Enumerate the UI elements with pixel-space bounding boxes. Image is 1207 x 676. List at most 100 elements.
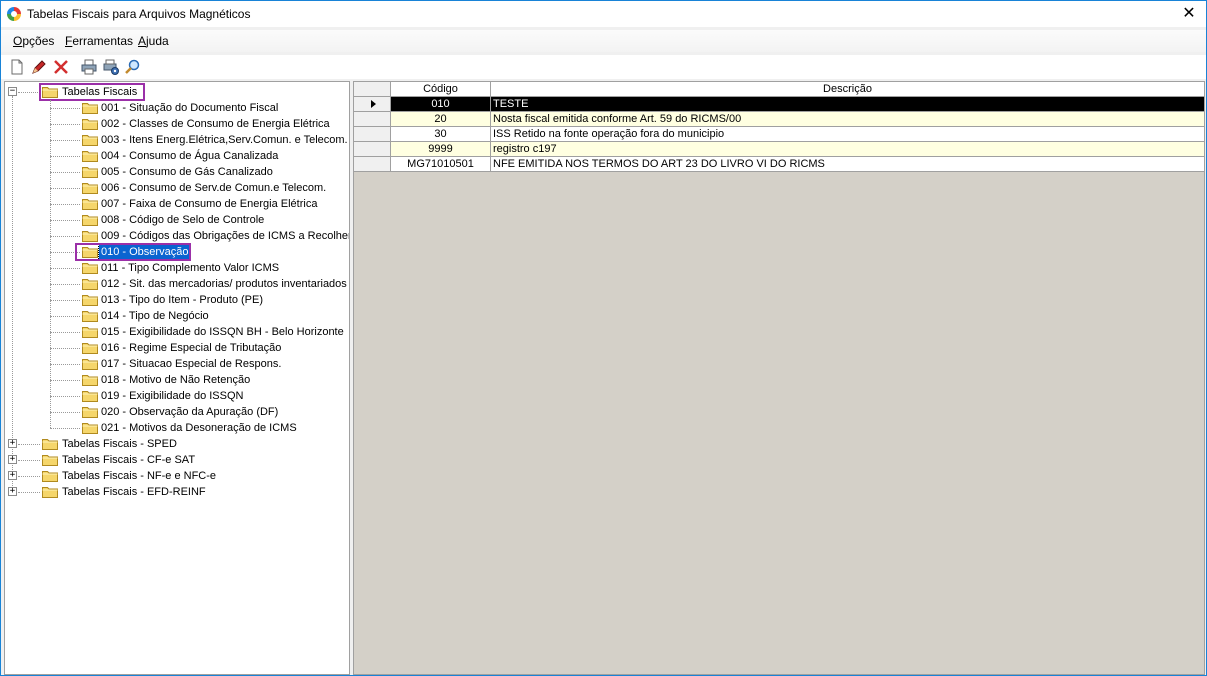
tree-node-collapsed[interactable]: + Tabelas Fiscais - EFD-REINF	[5, 484, 345, 500]
folder-icon	[82, 230, 98, 242]
tree-node-collapsed[interactable]: + Tabelas Fiscais - SPED	[5, 436, 345, 452]
tree-node[interactable]: 007 - Faixa de Consumo de Energia Elétri…	[5, 196, 345, 212]
tree-connector	[50, 220, 80, 221]
tree-label: 021 - Motivos da Desoneração de ICMS	[101, 422, 297, 434]
folder-icon	[82, 294, 98, 306]
row-indicator[interactable]	[354, 157, 391, 172]
tree-node-collapsed[interactable]: + Tabelas Fiscais - CF-e SAT	[5, 452, 345, 468]
tree-label: 007 - Faixa de Consumo de Energia Elétri…	[101, 198, 318, 210]
tree-node[interactable]: 001 - Situação do Documento Fiscal	[5, 100, 345, 116]
tree-label: 009 - Códigos das Obrigações de ICMS a R…	[101, 230, 350, 242]
tree-node[interactable]: 011 - Tipo Complemento Valor ICMS	[5, 260, 345, 276]
tree-label: 012 - Sit. das mercadorias/ produtos inv…	[101, 278, 347, 290]
data-grid: Código Descrição 010 TESTE 20 Nosta fiscal em…	[353, 81, 1205, 675]
folder-icon	[82, 262, 98, 274]
tree-node[interactable]: 018 - Motivo de Não Retenção	[5, 372, 345, 388]
highlight-box	[75, 243, 191, 261]
table-row[interactable]: 9999 registro c197	[354, 142, 1205, 157]
app-logo-icon	[7, 7, 21, 21]
collapse-toggle-icon[interactable]: −	[8, 87, 17, 96]
tree-label: Tabelas Fiscais - EFD-REINF	[62, 486, 206, 498]
folder-icon	[82, 310, 98, 322]
cell-descricao[interactable]: TESTE	[491, 97, 1205, 112]
menu-ferramentas[interactable]: Ferramentas	[65, 34, 133, 48]
tree-label: 004 - Consumo de Água Canalizada	[101, 150, 279, 162]
tree-node[interactable]: 006 - Consumo de Serv.de Comun.e Telecom…	[5, 180, 345, 196]
tree-node-root[interactable]: − Tabelas Fiscais	[5, 83, 345, 101]
tree-node[interactable]: 004 - Consumo de Água Canalizada	[5, 148, 345, 164]
tree-node[interactable]: 015 - Exigibilidade do ISSQN BH - Belo H…	[5, 324, 345, 340]
tree-node[interactable]: 020 - Observação da Apuração (DF)	[5, 404, 345, 420]
tree-connector	[18, 492, 40, 493]
tree-node[interactable]: 003 - Itens Energ.Elétrica,Serv.Comun. e…	[5, 132, 348, 148]
tree-node[interactable]: 021 - Motivos da Desoneração de ICMS	[5, 420, 345, 436]
edit-pencil-icon[interactable]	[30, 58, 48, 76]
tree-connector	[50, 268, 80, 269]
tree-connector	[50, 332, 80, 333]
tree-node[interactable]: 017 - Situacao Especial de Respons.	[5, 356, 345, 372]
tree-label: 011 - Tipo Complemento Valor ICMS	[101, 262, 280, 274]
expand-toggle-icon[interactable]: +	[8, 487, 17, 496]
cell-descricao[interactable]: NFE EMITIDA NOS TERMOS DO ART 23 DO LIVR…	[491, 157, 1205, 172]
close-button[interactable]: ✕	[1172, 1, 1206, 27]
search-magnifier-icon[interactable]	[124, 58, 142, 76]
tree-label: 008 - Código de Selo de Controle	[101, 214, 265, 226]
print-icon[interactable]	[80, 58, 98, 76]
expand-toggle-icon[interactable]: +	[8, 455, 17, 464]
menu-ajuda[interactable]: Ajuda	[138, 34, 169, 48]
table-row[interactable]: 30 ISS Retido na fonte operação fora do m…	[354, 127, 1205, 142]
tree-label: 017 - Situacao Especial de Respons.	[101, 358, 282, 370]
folder-icon	[82, 406, 98, 418]
tree-node[interactable]: 014 - Tipo de Negócio	[5, 308, 345, 324]
tree-node[interactable]: 016 - Regime Especial de Tributação	[5, 340, 345, 356]
row-indicator[interactable]	[354, 97, 391, 112]
folder-icon	[42, 470, 58, 482]
column-header-codigo[interactable]: Código	[391, 82, 491, 97]
toolbar	[1, 55, 1206, 79]
delete-x-icon[interactable]	[52, 58, 70, 76]
tree-node[interactable]: 013 - Tipo do Item - Produto (PE)	[5, 292, 345, 308]
table-row[interactable]: 20 Nosta fiscal emitida conforme Art. 59 …	[354, 112, 1205, 127]
tree-label: 016 - Regime Especial de Tributação	[101, 342, 282, 354]
tree-node[interactable]: 012 - Sit. das mercadorias/ produtos inv…	[5, 276, 347, 292]
tree-label: 005 - Consumo de Gás Canalizado	[101, 166, 273, 178]
menu-bar: Opções Ferramentas Ajuda	[1, 30, 1206, 52]
tree-node-collapsed[interactable]: + Tabelas Fiscais - NF-e e NFC-e	[5, 468, 345, 484]
row-indicator[interactable]	[354, 142, 391, 157]
cell-descricao[interactable]: ISS Retido na fonte operação fora do mun…	[491, 127, 1205, 142]
new-document-icon[interactable]	[8, 58, 26, 76]
folder-icon	[82, 358, 98, 370]
tree-connector	[50, 428, 80, 429]
table-row[interactable]: MG71010501 NFE EMITIDA NOS TERMOS DO ART …	[354, 157, 1205, 172]
tree-connector	[50, 396, 80, 397]
tree-node[interactable]: 005 - Consumo de Gás Canalizado	[5, 164, 345, 180]
tree-connector	[50, 412, 80, 413]
table-row[interactable]: 010 TESTE	[354, 97, 1205, 112]
tree-node[interactable]: 002 - Classes de Consumo de Energia Elét…	[5, 116, 345, 132]
folder-icon	[82, 102, 98, 114]
tree-connector	[50, 300, 80, 301]
expand-toggle-icon[interactable]: +	[8, 439, 17, 448]
cell-codigo[interactable]: 20	[391, 112, 491, 127]
folder-icon	[82, 182, 98, 194]
tree-panel: − Tabelas Fiscais 001 - Situação do Docume…	[4, 81, 350, 675]
cell-codigo[interactable]: 010	[391, 97, 491, 112]
window-title: Tabelas Fiscais para Arquivos Magnéticos	[27, 7, 251, 21]
menu-opcoes[interactable]: Opções	[13, 34, 54, 48]
row-indicator[interactable]	[354, 112, 391, 127]
tree-node[interactable]: 010 - Observação	[5, 243, 345, 261]
tree-node[interactable]: 019 - Exigibilidade do ISSQN	[5, 388, 345, 404]
cell-descricao[interactable]: registro c197	[491, 142, 1205, 157]
tree-node[interactable]: 008 - Código de Selo de Controle	[5, 212, 345, 228]
tree-node[interactable]: 009 - Códigos das Obrigações de ICMS a R…	[5, 228, 349, 244]
print-setup-icon[interactable]	[102, 58, 120, 76]
cell-descricao[interactable]: Nosta fiscal emitida conforme Art. 59 do…	[491, 112, 1205, 127]
cell-codigo[interactable]: MG71010501	[391, 157, 491, 172]
tree-connector	[18, 476, 40, 477]
cell-codigo[interactable]: 9999	[391, 142, 491, 157]
expand-toggle-icon[interactable]: +	[8, 471, 17, 480]
column-header-descricao[interactable]: Descrição	[491, 82, 1205, 97]
row-indicator[interactable]	[354, 127, 391, 142]
cell-codigo[interactable]: 30	[391, 127, 491, 142]
tree-connector	[50, 284, 80, 285]
